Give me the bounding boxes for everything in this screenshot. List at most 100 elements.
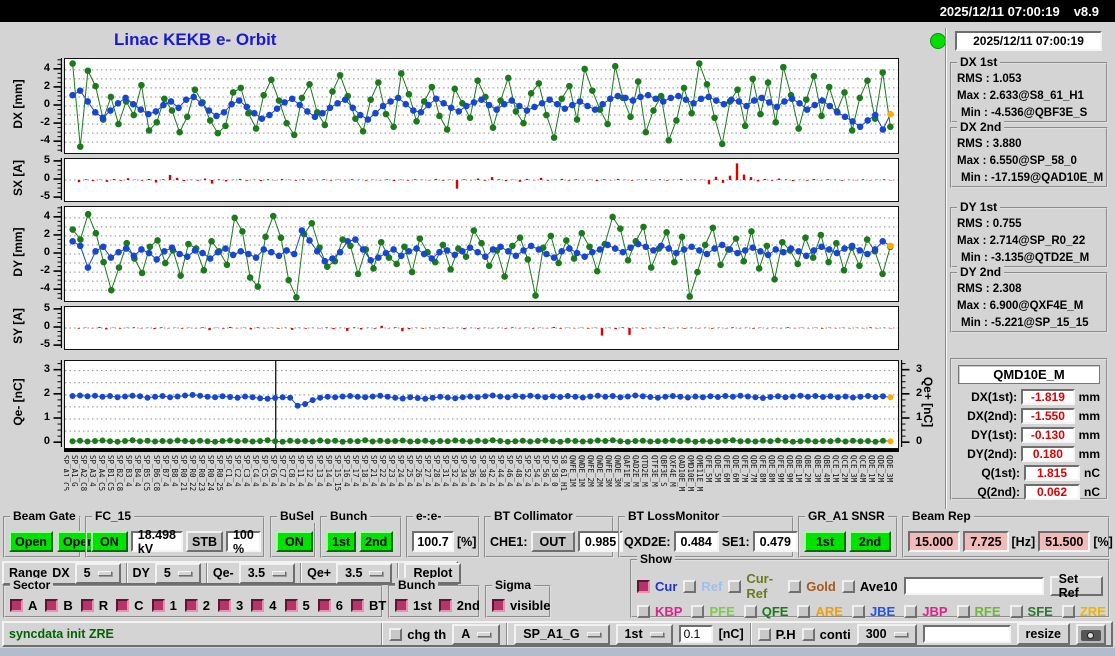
checkbox[interactable]	[728, 580, 741, 593]
sector-checkbox-bt[interactable]: BT	[351, 598, 386, 613]
bpm-select[interactable]: SP_A1_G	[514, 624, 609, 645]
sector-checkbox-a[interactable]: A	[10, 598, 37, 613]
ref-name-input[interactable]	[904, 577, 1044, 595]
show-kbp-checkbox[interactable]: KBP	[637, 604, 682, 619]
checkbox[interactable]	[389, 628, 402, 641]
qe-plot-frame	[64, 360, 899, 449]
checkbox[interactable]	[852, 605, 865, 618]
checkbox[interactable]	[637, 605, 650, 618]
checkbox[interactable]	[637, 580, 650, 593]
show-gold-checkbox[interactable]: Gold	[788, 579, 836, 594]
set-ref-button[interactable]: Set Ref	[1050, 576, 1103, 596]
gr-snsr-1st-button[interactable]: 1st	[804, 531, 846, 552]
bunch-1st-button[interactable]: 1st	[326, 531, 356, 552]
checkbox[interactable]	[691, 605, 704, 618]
show-zre-checkbox[interactable]: ZRE	[1062, 604, 1106, 619]
sector-checkbox-b[interactable]: B	[45, 598, 72, 613]
range-dy-select[interactable]: 5	[155, 563, 201, 584]
checkbox[interactable]	[10, 599, 23, 612]
sigma-visible-checkbox[interactable]: visible	[492, 598, 550, 613]
checkbox[interactable]	[904, 605, 917, 618]
ee-ratio-value: 100.7	[412, 531, 454, 552]
extra-input[interactable]	[923, 625, 1011, 643]
sector-checkbox-r[interactable]: R	[81, 598, 108, 613]
points-select[interactable]: 300	[857, 624, 917, 645]
checkbox[interactable]	[797, 605, 810, 618]
checkbox[interactable]	[802, 628, 815, 641]
bunch-2nd-checkbox[interactable]: 2nd	[439, 598, 480, 613]
checkbox[interactable]	[758, 628, 771, 641]
qe-axis-comb	[51, 360, 62, 447]
checkbox[interactable]	[152, 599, 165, 612]
range-qep-select[interactable]: 3.5	[336, 563, 392, 584]
resize-button[interactable]: resize	[1017, 623, 1070, 645]
fc15-on-button[interactable]: ON	[91, 531, 128, 552]
range-qem-select[interactable]: 3.5	[239, 563, 295, 584]
show-pfe-checkbox[interactable]: PFE	[691, 604, 734, 619]
checkbox[interactable]	[318, 599, 331, 612]
checkbox[interactable]	[395, 599, 408, 612]
fc15-percent-value: 100 %	[226, 531, 261, 552]
beam-gate-1-button[interactable]: Open	[9, 531, 53, 552]
sector-checkbox-3[interactable]: 3	[218, 598, 243, 613]
show-cur-ref-checkbox[interactable]: Cur-Ref	[728, 571, 782, 601]
conti-checkbox[interactable]: conti	[802, 627, 851, 642]
stat-max: Max : 6.550@SP_58_0	[952, 153, 1106, 170]
checkbox[interactable]	[81, 599, 94, 612]
checkbox[interactable]	[492, 599, 505, 612]
sector-checkbox-6[interactable]: 6	[318, 598, 343, 613]
show-ref-checkbox[interactable]: Ref	[683, 579, 722, 594]
sector-checkbox-c[interactable]: C	[116, 598, 143, 613]
checkbox[interactable]	[218, 599, 231, 612]
checkbox[interactable]	[842, 580, 855, 593]
bunch-2nd-button[interactable]: 2nd	[359, 531, 393, 552]
range-dx-select[interactable]: 5	[75, 563, 121, 584]
show-qfe-checkbox[interactable]: QFE	[744, 604, 789, 619]
threshold-input[interactable]	[679, 625, 713, 643]
gr-snsr-2nd-button[interactable]: 2nd	[849, 531, 891, 552]
show-are-checkbox[interactable]: ARE	[797, 604, 842, 619]
busel-on-button[interactable]: ON	[276, 531, 313, 552]
checkbox[interactable]	[439, 599, 452, 612]
ph-checkbox[interactable]: P.H	[758, 627, 796, 642]
sector-checkbox-1[interactable]: 1	[152, 598, 177, 613]
application-window: 2025/12/11 07:00:19 v8.9 Linac KEKB e- O…	[0, 0, 1115, 656]
fc15-stb-button[interactable]: STB	[186, 531, 223, 552]
sector-checkbox-4[interactable]: 4	[251, 598, 276, 613]
checkbox[interactable]	[251, 599, 264, 612]
show-jbe-checkbox[interactable]: JBE	[852, 604, 895, 619]
checkbox[interactable]	[351, 599, 364, 612]
stats-dy-2nd: DY 2nd RMS : 2.308 Max : 6.900@QXF4E_M M…	[950, 272, 1108, 333]
checkbox[interactable]	[683, 580, 696, 593]
show-ave10-checkbox[interactable]: Ave10	[842, 579, 898, 594]
checkbox[interactable]	[1010, 605, 1023, 618]
chg-th-checkbox[interactable]: chg th	[389, 627, 446, 642]
show-sfe-checkbox[interactable]: SFE	[1010, 604, 1053, 619]
show-rfe-checkbox[interactable]: RFE	[957, 604, 1001, 619]
dx-plot-frame	[64, 58, 899, 154]
sector-checkbox-2[interactable]: 2	[185, 598, 210, 613]
checkbox[interactable]	[185, 599, 198, 612]
checkbox[interactable]	[957, 605, 970, 618]
bunch-select[interactable]: 1st	[616, 624, 673, 645]
checkbox[interactable]	[744, 605, 757, 618]
sx-axis-comb	[51, 158, 62, 200]
panel-divider	[945, 28, 947, 512]
sector-group: Sector A B R C 1 2 3 4 5 6 BT	[3, 585, 383, 618]
checkbox[interactable]	[285, 599, 298, 612]
bunch-1st-checkbox[interactable]: 1st	[395, 598, 432, 613]
titlebar-version: v8.9	[1074, 4, 1099, 19]
show-cur-checkbox[interactable]: Cur	[637, 579, 677, 594]
checkbox[interactable]	[1062, 605, 1075, 618]
che1-state-button[interactable]: OUT	[531, 531, 575, 552]
monitor-row: DY(1st):-0.130mm	[952, 425, 1106, 444]
monitor-row: DX(1st):-1.819mm	[952, 387, 1106, 406]
checkbox[interactable]	[788, 580, 801, 593]
show-jbp-checkbox[interactable]: JBP	[904, 604, 947, 619]
ee-ratio-unit: [%]	[457, 535, 476, 549]
checkbox[interactable]	[116, 599, 129, 612]
checkbox[interactable]	[45, 599, 58, 612]
camera-icon[interactable]	[1076, 624, 1106, 645]
th-select[interactable]: A	[452, 624, 500, 645]
sector-checkbox-5[interactable]: 5	[285, 598, 310, 613]
